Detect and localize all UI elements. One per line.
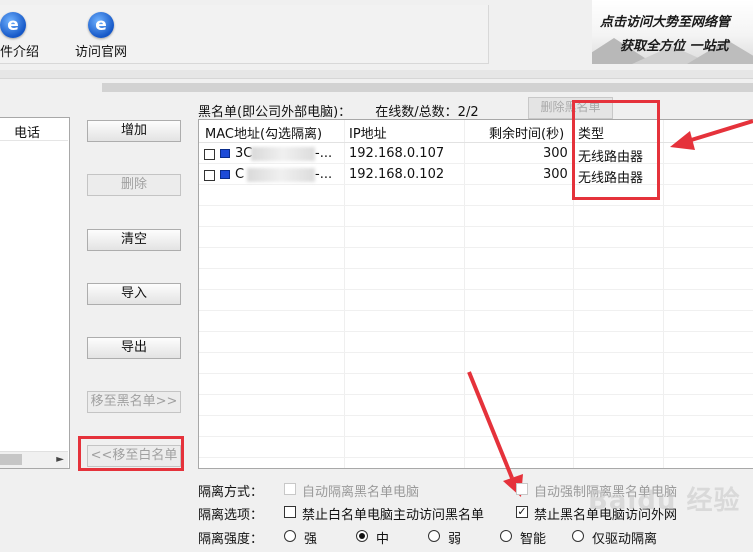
table-header: 电话 [0, 118, 68, 141]
isolation-options-label: 隔离选项： [198, 508, 264, 523]
delete-button[interactable]: 删除 [87, 174, 181, 196]
move-to-blacklist-button[interactable]: 移至黑名单>> [87, 391, 181, 413]
toolbar-item-software-intro[interactable]: 件介绍 [0, 41, 39, 60]
block-whitelist-access-label[interactable]: 禁止白名单电脑主动访问黑名单 [302, 504, 484, 523]
checkmark-icon: ✓ [517, 505, 527, 518]
mac-suffix: -... [315, 146, 333, 161]
column-header-mac[interactable]: MAC地址(勾选隔离) [205, 123, 322, 142]
mac-suffix: -... [315, 167, 333, 182]
highlight-box [78, 436, 184, 471]
row-checkbox[interactable] [204, 170, 215, 181]
column-header-ip[interactable]: IP地址 [349, 123, 387, 142]
strength-label-smart[interactable]: 智能 [520, 528, 546, 547]
ie-browser-icon[interactable]: e [0, 12, 26, 38]
strength-label-medium[interactable]: 中 [376, 528, 389, 547]
mac-prefix: 3C [235, 146, 253, 161]
computer-icon [220, 170, 230, 179]
ie-browser-icon[interactable]: e [88, 12, 114, 38]
block-whitelist-access-checkbox[interactable] [284, 506, 296, 518]
export-button[interactable]: 导出 [87, 337, 181, 359]
horizontal-scrollbar[interactable]: ► [0, 451, 68, 468]
toolbar-panel [0, 5, 489, 64]
column-header-remaining[interactable]: 剩余时间(秒) [489, 123, 564, 142]
online-count: 在线数/总数：2/2 [375, 105, 479, 120]
strength-radio-driver-only[interactable] [572, 530, 584, 542]
promo-banner[interactable]: 点击访问大势至网络管 获取全方位 一站式 [592, 0, 753, 64]
scroll-right-arrow-icon[interactable]: ► [56, 452, 64, 467]
strength-radio-medium[interactable] [356, 530, 368, 542]
strength-radio-weak[interactable] [428, 530, 440, 542]
remaining-cell: 300 [543, 167, 568, 182]
strength-label-strong[interactable]: 强 [304, 528, 317, 547]
block-blacklist-internet-checkbox[interactable]: ✓ [516, 506, 528, 518]
strength-label-weak[interactable]: 弱 [448, 528, 461, 547]
add-button[interactable]: 增加 [87, 120, 181, 142]
computer-icon [220, 149, 230, 158]
banner-line-1: 点击访问大势至网络管 [600, 15, 731, 30]
watermark: Baidu 经验 [588, 486, 741, 516]
scrollbar-thumb[interactable] [0, 454, 22, 465]
highlight-box [572, 100, 660, 200]
isolation-mode-label: 隔离方式： [198, 485, 264, 500]
ip-cell: 192.168.0.107 [349, 146, 445, 161]
ip-cell: 192.168.0.102 [349, 167, 445, 182]
strength-radio-smart[interactable] [500, 530, 512, 542]
redacted-mac [247, 168, 315, 182]
remaining-cell: 300 [543, 146, 568, 161]
row-checkbox[interactable] [204, 149, 215, 160]
divider [0, 70, 753, 79]
redacted-mac [251, 147, 315, 161]
strength-radio-strong[interactable] [284, 530, 296, 542]
auto-isolate-blacklist-checkbox[interactable] [284, 483, 296, 495]
import-button[interactable]: 导入 [87, 283, 181, 305]
auto-isolate-blacklist-label[interactable]: 自动隔离黑名单电脑 [302, 481, 419, 500]
banner-line-2: 获取全方位 一站式 [620, 39, 729, 54]
divider [102, 83, 753, 92]
whitelist-table[interactable]: 电话 ► [0, 117, 70, 469]
force-isolate-blacklist-checkbox[interactable] [516, 483, 528, 495]
isolation-strength-label: 隔离强度： [198, 532, 264, 547]
mac-prefix: C [235, 167, 245, 182]
clear-button[interactable]: 清空 [87, 229, 181, 251]
blacklist-label: 黑名单(即公司外部电脑)： [198, 105, 352, 120]
toolbar-item-official-site[interactable]: 访问官网 [75, 41, 127, 60]
column-header-phone: 电话 [14, 126, 41, 141]
strength-label-driver-only[interactable]: 仅驱动隔离 [592, 528, 657, 547]
blacklist-table[interactable]: MAC地址(勾选隔离) IP地址 剩余时间(秒) 类型 3C -... 192.… [198, 119, 753, 469]
blacklist-title: 黑名单(即公司外部电脑)： 在线数/总数：2/2 [198, 101, 479, 120]
